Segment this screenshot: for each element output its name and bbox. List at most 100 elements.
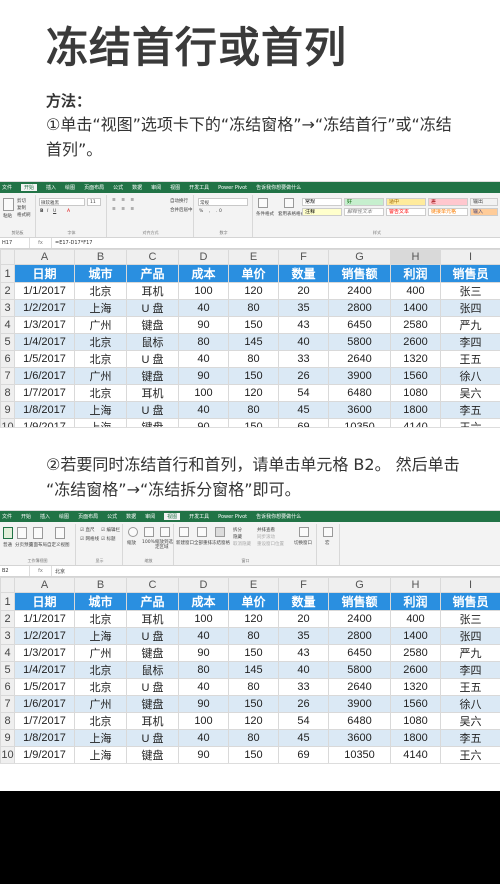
table-cell[interactable]: 广州 — [74, 695, 127, 713]
table-cell[interactable]: 57 — [279, 764, 329, 765]
name-box[interactable]: B2 — [0, 566, 30, 576]
table-cell[interactable]: 100 — [178, 712, 229, 730]
column-header-b[interactable]: B — [74, 249, 127, 265]
table-cell[interactable]: 1400 — [390, 627, 441, 645]
zoom-100-button[interactable]: 100% — [142, 540, 155, 545]
table-header-cell[interactable]: 产品 — [126, 592, 179, 611]
table-cell[interactable]: 1/8/2017 — [14, 729, 75, 747]
table-cell[interactable]: 2600 — [390, 661, 441, 679]
table-cell[interactable]: 耳机 — [126, 610, 179, 628]
table-cell[interactable]: 8265 — [329, 764, 391, 765]
table-cell[interactable]: 北京 — [74, 333, 127, 351]
hide-button[interactable]: 隐藏 — [233, 534, 242, 540]
table-cell[interactable]: 40 — [178, 299, 229, 317]
menu-tab-8[interactable]: 视图 — [164, 513, 181, 520]
table-cell[interactable]: 北京 — [74, 610, 127, 628]
table-cell[interactable]: 54 — [278, 712, 329, 730]
row-header[interactable]: 9 — [0, 729, 15, 747]
table-cell[interactable]: 80 — [178, 661, 229, 679]
align-icons-2[interactable]: ≡ ≡ ≡ — [112, 207, 136, 212]
fx-icon[interactable]: fx — [30, 566, 52, 576]
spreadsheet-grid[interactable]: A B C D E F G H I 1 日期 城市 产品 成本 单价 数量 销售额 利润 销售员 2 1/1/2017 北… — [0, 249, 500, 427]
arrange-all-icon[interactable] — [197, 527, 207, 537]
table-cell[interactable]: 80 — [228, 627, 279, 645]
menu-tab-6[interactable]: 数据 — [126, 513, 136, 520]
table-cell[interactable]: 1560 — [390, 367, 441, 385]
table-cell[interactable]: 广州 — [74, 644, 127, 662]
table-cell[interactable]: 上海 — [74, 746, 127, 763]
table-header-cell[interactable]: 销售额 — [328, 592, 391, 611]
column-header-a[interactable]: A — [14, 249, 75, 265]
reset-position-button[interactable]: 重设窗口位置 — [257, 541, 284, 547]
table-cell[interactable]: 3600 — [328, 401, 391, 419]
table-cell[interactable]: 1560 — [390, 695, 441, 713]
table-cell[interactable]: 1800 — [390, 729, 441, 747]
table-cell[interactable]: 2400 — [328, 282, 391, 300]
table-cell[interactable]: 1/4/2017 — [14, 333, 75, 351]
freeze-panes-button[interactable]: 冻结窗格 — [212, 540, 230, 546]
table-cell[interactable]: 150 — [228, 367, 279, 385]
table-cell[interactable]: 2580 — [390, 316, 441, 334]
style-normal[interactable]: 常规 — [302, 198, 342, 206]
table-cell[interactable]: 2800 — [328, 627, 391, 645]
table-cell[interactable]: 徐八 — [440, 695, 500, 713]
table-cell[interactable]: 20 — [278, 282, 329, 300]
table-cell[interactable]: 45 — [278, 401, 329, 419]
table-cell[interactable]: 1/2/2017 — [14, 627, 75, 645]
row-header[interactable]: 5 — [0, 333, 15, 351]
zoom-icon[interactable] — [128, 527, 138, 537]
table-cell[interactable]: 40 — [178, 350, 229, 368]
column-header-b[interactable]: B — [74, 577, 127, 593]
column-header-e[interactable]: E — [228, 249, 279, 265]
menu-tab-5[interactable]: 公式 — [113, 184, 123, 191]
table-cell[interactable]: 1/7/2017 — [14, 384, 75, 402]
table-header-cell[interactable]: 城市 — [74, 592, 127, 611]
switch-windows-icon[interactable] — [299, 527, 309, 537]
table-cell[interactable]: 120 — [228, 282, 279, 300]
table-cell[interactable]: 1080 — [390, 712, 441, 730]
menu-tab-9[interactable]: 开发工具 — [189, 184, 209, 191]
menu-tab-3[interactable]: 绘图 — [59, 513, 69, 520]
row-header[interactable]: 5 — [0, 661, 15, 679]
table-cell[interactable]: 6480 — [328, 384, 391, 402]
unhide-button[interactable]: 取消隐藏 — [233, 541, 251, 547]
column-header-c[interactable]: C — [126, 577, 179, 593]
column-header-d[interactable]: D — [178, 577, 229, 593]
align-icons[interactable]: ≡ ≡ ≡ — [112, 198, 136, 203]
table-cell[interactable]: 3705 — [391, 764, 441, 765]
arrange-all-button[interactable]: 全部重排 — [194, 540, 212, 546]
table-cell[interactable]: 1/1/2017 — [14, 282, 75, 300]
table-cell[interactable]: 1/10/2017 — [15, 764, 75, 765]
table-cell[interactable]: 80 — [228, 299, 279, 317]
menu-tab-6[interactable]: 数据 — [132, 184, 142, 191]
table-cell[interactable]: 45 — [278, 729, 329, 747]
table-cell[interactable]: 20 — [278, 610, 329, 628]
table-cell[interactable]: 张四 — [440, 299, 500, 317]
formula-input[interactable]: 北京 — [52, 568, 65, 575]
table-cell[interactable]: 1320 — [390, 678, 441, 696]
menu-tab-4[interactable]: 页面布局 — [84, 184, 104, 191]
formula-bar-checkbox[interactable]: ☑ 编辑栏 — [101, 527, 120, 533]
menu-tab-10[interactable]: Power Pivot — [218, 514, 247, 520]
table-cell[interactable]: 2600 — [390, 333, 441, 351]
table-header-cell[interactable]: 产品 — [126, 264, 179, 283]
side-by-side-button[interactable]: 并排查看 — [257, 527, 275, 533]
table-cell[interactable]: 150 — [228, 418, 279, 427]
table-header-cell[interactable]: 日期 — [14, 264, 75, 283]
column-header-c[interactable]: C — [126, 249, 179, 265]
table-cell[interactable]: 徐八 — [440, 367, 500, 385]
table-cell[interactable]: 40 — [278, 333, 329, 351]
table-header-cell[interactable]: 数量 — [278, 264, 329, 283]
table-cell[interactable]: 1/9/2017 — [14, 418, 75, 427]
row-header[interactable]: 1 — [0, 592, 15, 611]
style-note[interactable]: 注释 — [302, 208, 342, 216]
table-cell[interactable]: 120 — [228, 384, 279, 402]
style-good[interactable]: 好 — [344, 198, 384, 206]
page-layout-button[interactable]: 页面布局 — [29, 542, 47, 548]
freeze-panes-icon[interactable] — [215, 527, 225, 537]
column-header-d[interactable]: D — [178, 249, 229, 265]
zoom-selection-icon[interactable] — [160, 527, 170, 537]
row-header[interactable]: 7 — [0, 367, 15, 385]
table-cell[interactable]: 上海 — [74, 729, 127, 747]
table-cell[interactable]: 北京 — [75, 764, 127, 765]
